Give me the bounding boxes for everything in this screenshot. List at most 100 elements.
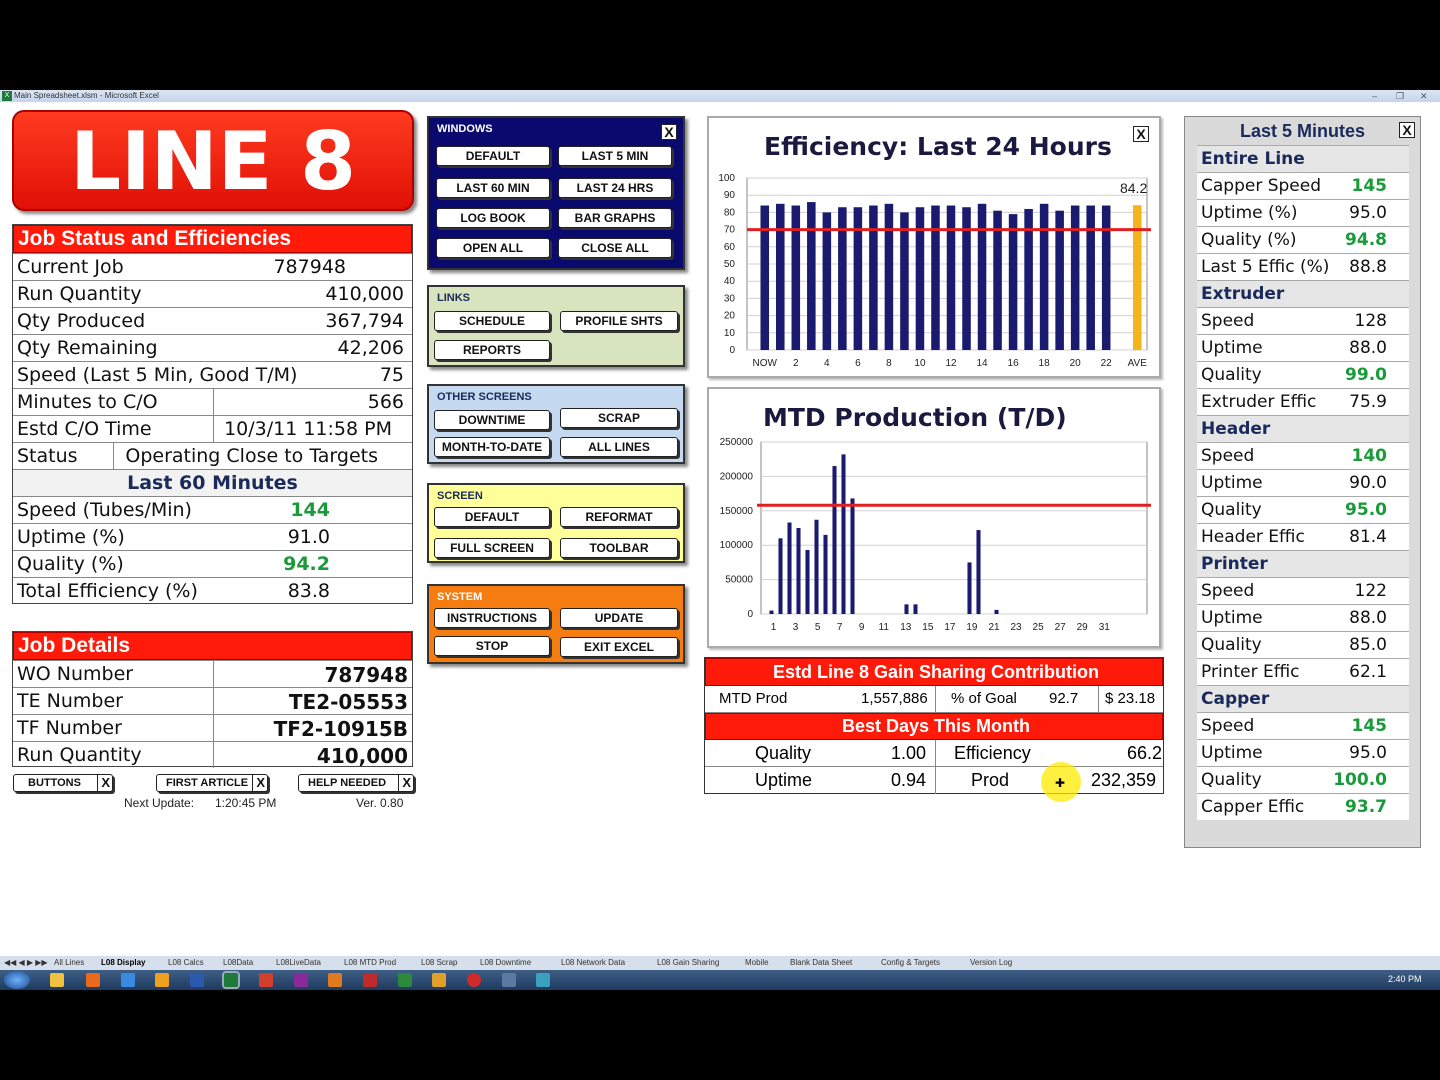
windows-last-24-hrs-button[interactable]: LAST 24 HRS (558, 178, 672, 198)
screen-reformat-button[interactable]: REFORMAT (560, 507, 678, 527)
other-all-lines-button[interactable]: ALL LINES (560, 437, 678, 457)
production-bar (841, 454, 846, 614)
buttons-toggle[interactable]: BUTTONS X (13, 774, 113, 792)
sheet-tab[interactable]: Mobile (745, 958, 769, 967)
version-label: Ver. 0.80 (356, 796, 404, 810)
last5-value: 128 (1354, 311, 1387, 331)
y-tick-label: 40 (724, 276, 736, 287)
other-month-to-date-button[interactable]: MONTH-TO-DATE (434, 437, 550, 457)
onenote-icon[interactable] (294, 973, 308, 987)
app-icon-2[interactable] (363, 973, 377, 987)
links-schedule-button[interactable]: SCHEDULE (434, 311, 550, 331)
production-bar (769, 610, 774, 614)
windows-last-5-min-button[interactable]: LAST 5 MIN (558, 146, 672, 166)
average-bar (1132, 205, 1142, 350)
sheet-tab[interactable]: L08 Scrap (421, 958, 457, 967)
windows-log-book-button[interactable]: LOG BOOK (436, 208, 550, 228)
app-icon-5[interactable] (467, 973, 481, 987)
last5-value: 145 (1351, 176, 1388, 196)
outlook-icon[interactable] (155, 973, 169, 987)
screen-full-screen-button[interactable]: FULL SCREEN (434, 538, 550, 558)
help-needed-close-icon[interactable]: X (398, 775, 411, 791)
windows-panel: WINDOWS X DEFAULT LAST 5 MIN LAST 60 MIN LA… (427, 116, 685, 270)
sheet-tab[interactable]: Config & Targets (881, 958, 940, 967)
best-efficiency-value: 66.2 (1127, 743, 1163, 763)
excel-window: X Main Spreadsheet.xlsm - Microsoft Exce… (0, 90, 1440, 990)
sheet-tab[interactable]: Blank Data Sheet (790, 958, 852, 967)
job-status-value: 10/3/11 11:58 PM (224, 418, 392, 440)
job-details-row: TE Number TE2-05553 (13, 687, 412, 714)
system-update-button[interactable]: UPDATE (560, 608, 678, 628)
sheet-tab[interactable]: L08 Downtime (480, 958, 531, 967)
links-reports-button[interactable]: REPORTS (434, 340, 550, 360)
sheet-tab[interactable]: L08 Display (101, 958, 145, 967)
windows-bar-graphs-button[interactable]: BAR GRAPHS (558, 208, 672, 228)
sheet-tab[interactable]: L08 Calcs (168, 958, 204, 967)
job-status-label: Minutes to C/O (17, 391, 158, 413)
last60-row: Speed (Tubes/Min) 144 (13, 496, 412, 523)
app-icon-3[interactable] (398, 973, 412, 987)
first-article-close-icon[interactable]: X (252, 775, 265, 791)
production-bar (832, 466, 837, 614)
powerpoint-icon[interactable] (259, 973, 273, 987)
windows-last-60-min-button[interactable]: LAST 60 MIN (436, 178, 550, 198)
first-article-button[interactable]: FIRST ARTICLE X (156, 774, 268, 792)
app-icon-6[interactable] (502, 973, 516, 987)
help-needed-button[interactable]: HELP NEEDED X (298, 774, 414, 792)
excel-taskbar-icon[interactable] (222, 971, 240, 989)
minimize-icon[interactable]: – (1372, 90, 1377, 102)
last5-section-name: Entire Line (1201, 149, 1305, 169)
windows-default-button[interactable]: DEFAULT (436, 146, 550, 166)
sheet-tab[interactable]: All Lines (54, 958, 84, 967)
production-bar (796, 528, 801, 614)
app-icon-4[interactable] (432, 973, 446, 987)
sheet-tab[interactable]: L08 Network Data (561, 958, 625, 967)
x-tick-label: 15 (922, 622, 934, 633)
windows-close-all-button[interactable]: CLOSE ALL (558, 238, 672, 258)
links-profile-shts-button[interactable]: PROFILE SHTS (560, 311, 678, 331)
ie-icon[interactable] (121, 973, 135, 987)
x-tick-label: 18 (1039, 358, 1051, 369)
sheet-tab[interactable]: L08Data (223, 958, 253, 967)
last60-value: 83.8 (287, 580, 330, 602)
word-icon[interactable] (190, 973, 204, 987)
app-icon-7[interactable] (536, 973, 550, 987)
next-update-label: Next Update: (124, 796, 195, 810)
y-tick-label: 30 (724, 293, 736, 304)
last5-section-header: Extruder (1197, 280, 1409, 307)
other-scrap-button[interactable]: SCRAP (560, 408, 678, 428)
system-instructions-button[interactable]: INSTRUCTIONS (434, 608, 550, 628)
other-screens-title: OTHER SCREENS (437, 391, 532, 403)
job-status-label: Qty Produced (17, 310, 146, 332)
sheet-tab[interactable]: L08LiveData (276, 958, 321, 967)
system-exit-excel-button[interactable]: EXIT EXCEL (560, 637, 678, 657)
firefox-icon[interactable] (86, 973, 100, 987)
job-status-row: Qty Produced 367,794 (13, 307, 412, 334)
job-status-value: Operating Close to Targets (125, 445, 378, 467)
last5-close-icon[interactable]: X (1399, 122, 1415, 138)
tab-scroll-icon[interactable]: ◀◀ ◀ ▶ ▶▶ (4, 958, 48, 967)
x-tick-label: 14 (976, 358, 988, 369)
restore-icon[interactable]: ❐ (1396, 90, 1404, 102)
screen-default-button[interactable]: DEFAULT (434, 507, 550, 527)
sheet-tab[interactable]: L08 Gain Sharing (657, 958, 719, 967)
start-button-icon[interactable] (4, 971, 30, 989)
sheet-tab[interactable]: L08 MTD Prod (344, 958, 396, 967)
other-downtime-button[interactable]: DOWNTIME (434, 410, 550, 430)
app-icon-1[interactable] (328, 973, 342, 987)
last60-value: 91.0 (287, 526, 330, 548)
windows-open-all-button[interactable]: OPEN ALL (436, 238, 550, 258)
sheet-tab[interactable]: Version Log (970, 958, 1012, 967)
efficiency-bar (1070, 205, 1080, 350)
last5-row: Quality (%) 94.8 (1197, 226, 1409, 253)
buttons-close-icon[interactable]: X (97, 775, 110, 791)
job-status-row: Estd C/O Time 10/3/11 11:58 PM (13, 415, 412, 442)
screen-toolbar-button[interactable]: TOOLBAR (560, 538, 678, 558)
close-window-icon[interactable]: ✕ (1420, 90, 1428, 102)
explorer-icon[interactable] (50, 973, 64, 987)
x-tick-label: 5 (815, 622, 821, 633)
job-status-row: Run Quantity 410,000 (13, 280, 412, 307)
last5-label: Capper Effic (1201, 797, 1305, 817)
system-stop-button[interactable]: STOP (434, 636, 550, 656)
windows-close-icon[interactable]: X (661, 124, 677, 140)
